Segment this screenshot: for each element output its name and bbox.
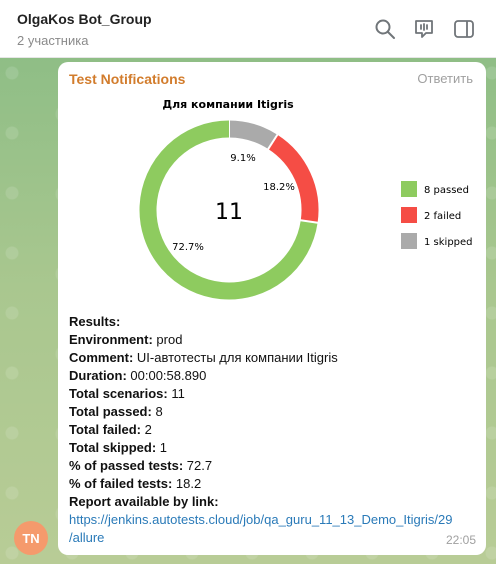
donut-slice-skipped <box>228 120 278 150</box>
comment-label: Comment: <box>69 350 134 365</box>
pct-failed-label: % of failed tests: <box>69 476 173 491</box>
chart-title: Для компании Itigris <box>162 98 294 111</box>
message-bubble[interactable]: Test Notifications Ответить Для компании… <box>58 62 486 555</box>
total-failed-label: Total failed: <box>69 422 141 437</box>
pct-failed-value: 18.2 <box>172 476 202 491</box>
avatar[interactable]: TN <box>14 521 48 555</box>
pct-passed-value: 72.7 <box>183 458 213 473</box>
legend-skipped-label: 1 skipped <box>424 237 473 248</box>
total-failed-value: 2 <box>140 422 152 437</box>
pct-passed-label: % of passed tests: <box>69 458 184 473</box>
chat-title[interactable]: OlgaKos Bot_Group <box>17 11 152 27</box>
live-chat-icon[interactable] <box>413 18 435 40</box>
legend-failed-swatch <box>401 207 417 223</box>
comment-value: UI-автотесты для компании Itigris <box>133 350 338 365</box>
report-link[interactable]: https://jenkins.autotests.cloud/job/qa_g… <box>69 512 453 527</box>
environment-value: prod <box>152 332 183 347</box>
slice-label-skipped: 9.1% <box>230 153 255 164</box>
total-passed-label: Total passed: <box>69 404 152 419</box>
reply-button[interactable]: Ответить <box>417 71 473 86</box>
slice-label-failed: 18.2% <box>263 182 295 193</box>
results-heading: Results: <box>69 314 121 329</box>
legend-skipped-swatch <box>401 233 417 249</box>
chat-member-count: 2 участника <box>17 33 89 48</box>
legend-failed-label: 2 failed <box>424 211 461 222</box>
legend-passed-swatch <box>401 181 417 197</box>
slice-label-passed: 72.7% <box>172 242 204 253</box>
chat-header: OlgaKos Bot_Group 2 участника <box>0 0 496 58</box>
report-label: Report available by link: <box>69 494 219 509</box>
duration-label: Duration: <box>69 368 127 383</box>
total-passed-value: 8 <box>151 404 163 419</box>
sidebar-toggle-icon[interactable] <box>453 18 475 40</box>
total-scenarios-value: 11 <box>167 386 185 401</box>
duration-value: 00:00:58.890 <box>126 368 207 383</box>
legend-passed-label: 8 passed <box>424 185 469 196</box>
message-sender[interactable]: Test Notifications <box>69 71 185 87</box>
donut-chart: Для компании Itigris 11 72.7% 18.2% 9.1%… <box>139 98 473 300</box>
chart-center-label: 11 <box>215 200 243 225</box>
total-skipped-label: Total skipped: <box>69 440 157 455</box>
search-icon[interactable] <box>374 18 396 40</box>
report-link-continued[interactable]: /allure <box>69 530 104 545</box>
total-scenarios-label: Total scenarios: <box>69 386 168 401</box>
total-skipped-value: 1 <box>156 440 167 455</box>
environment-label: Environment: <box>69 332 153 347</box>
message-time: 22:05 <box>445 533 476 547</box>
message-text: Results: Environment: prod Comment: UI-а… <box>69 313 479 547</box>
